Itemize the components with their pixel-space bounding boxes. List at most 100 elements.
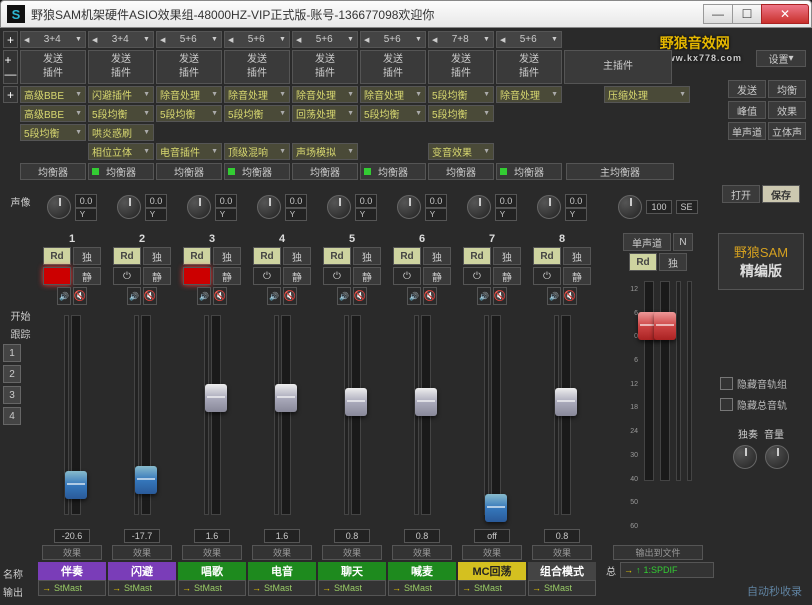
- io-select-6[interactable]: ◀5+6▼: [360, 31, 426, 48]
- solo-knob[interactable]: [733, 445, 757, 469]
- fader-8[interactable]: [561, 315, 571, 515]
- mute-button-4[interactable]: 静: [283, 267, 311, 285]
- fx-slot-4-0[interactable]: 除音处理▼: [224, 86, 290, 103]
- channel-output-1[interactable]: StMast: [38, 580, 106, 596]
- fx-slot-4-1[interactable]: 5段均衡▼: [224, 105, 290, 122]
- pan-knob-5[interactable]: [327, 195, 351, 219]
- master-rd-button[interactable]: Rd: [629, 253, 657, 271]
- eq-toggle-8[interactable]: 均衡器: [496, 163, 562, 180]
- speaker-icon[interactable]: 🔊: [407, 287, 421, 305]
- add-remove-send[interactable]: +—: [3, 50, 18, 84]
- track-num-3[interactable]: 3: [3, 386, 21, 404]
- channel-name-6[interactable]: 喊麦: [388, 562, 456, 580]
- fx-slot-2-3[interactable]: 相位立体▼: [88, 143, 154, 160]
- eq-toggle-3[interactable]: 均衡器: [156, 163, 222, 180]
- rbtn-3[interactable]: 效果: [768, 101, 806, 119]
- mute-button-8[interactable]: 静: [563, 267, 591, 285]
- fx-add-0[interactable]: +: [3, 86, 18, 103]
- pan-knob-1[interactable]: [47, 195, 71, 219]
- rec-button-7[interactable]: ⏻: [463, 267, 491, 285]
- rec-button-8[interactable]: ⏻: [533, 267, 561, 285]
- fx-button-5[interactable]: 效果: [322, 545, 382, 560]
- send-plugin-2[interactable]: 发送插件: [88, 50, 154, 84]
- eq-toggle-5[interactable]: 均衡器: [292, 163, 358, 180]
- mute-icon[interactable]: 🔇: [493, 287, 507, 305]
- fx-slot-3-0[interactable]: 除音处理▼: [156, 86, 222, 103]
- channel-name-2[interactable]: 闪避: [108, 562, 176, 580]
- rbtn-1[interactable]: 均衡: [768, 80, 806, 98]
- open-button[interactable]: 打开: [722, 185, 760, 203]
- close-button[interactable]: ✕: [761, 4, 809, 24]
- fx-button-7[interactable]: 效果: [462, 545, 522, 560]
- solo-button-6[interactable]: 独: [423, 247, 451, 265]
- solo-button-8[interactable]: 独: [563, 247, 591, 265]
- eq-toggle-4[interactable]: 均衡器: [224, 163, 290, 180]
- rd-button-4[interactable]: Rd: [253, 247, 281, 265]
- mute-icon[interactable]: 🔇: [143, 287, 157, 305]
- minimize-button[interactable]: —: [703, 4, 733, 24]
- io-select-1[interactable]: ◀3+4▼: [20, 31, 86, 48]
- fx-button-1[interactable]: 效果: [42, 545, 102, 560]
- speaker-icon[interactable]: 🔊: [547, 287, 561, 305]
- save-button[interactable]: 保存: [762, 185, 800, 203]
- mute-button-1[interactable]: 静: [73, 267, 101, 285]
- fx-button-6[interactable]: 效果: [392, 545, 452, 560]
- solo-button-7[interactable]: 独: [493, 247, 521, 265]
- master-fader-r[interactable]: [660, 281, 670, 481]
- fader-6[interactable]: [421, 315, 431, 515]
- channel-name-3[interactable]: 唱歌: [178, 562, 246, 580]
- mute-icon[interactable]: 🔇: [73, 287, 87, 305]
- speaker-icon[interactable]: 🔊: [57, 287, 71, 305]
- rd-button-7[interactable]: Rd: [463, 247, 491, 265]
- io-select-7[interactable]: ◀7+8▼: [428, 31, 494, 48]
- master-output[interactable]: ↑1:SPDIF: [620, 562, 714, 578]
- add-remove-header[interactable]: +: [3, 31, 18, 48]
- track-num-1[interactable]: 1: [3, 344, 21, 362]
- solo-button-1[interactable]: 独: [73, 247, 101, 265]
- master-solo-button[interactable]: 独: [659, 253, 687, 271]
- channel-output-5[interactable]: StMast: [318, 580, 386, 596]
- rbtn-5[interactable]: 立体声: [768, 122, 806, 140]
- channel-name-7[interactable]: MC回荡: [458, 562, 526, 580]
- master-fx[interactable]: 压缩处理▼: [604, 86, 690, 103]
- send-plugin-1[interactable]: 发送插件: [20, 50, 86, 84]
- track-num-2[interactable]: 2: [3, 365, 21, 383]
- fx-button-3[interactable]: 效果: [182, 545, 242, 560]
- mono-button[interactable]: 单声道: [623, 233, 671, 251]
- eq-toggle-6[interactable]: 均衡器: [360, 163, 426, 180]
- io-select-3[interactable]: ◀5+6▼: [156, 31, 222, 48]
- main-plugin[interactable]: 主插件: [564, 50, 672, 84]
- io-select-5[interactable]: ◀5+6▼: [292, 31, 358, 48]
- pan-knob-3[interactable]: [187, 195, 211, 219]
- fx-slot-2-2[interactable]: 哄炎惑刷▼: [88, 124, 154, 141]
- mute-button-7[interactable]: 静: [493, 267, 521, 285]
- channel-output-8[interactable]: StMast: [528, 580, 596, 596]
- fader-1[interactable]: [71, 315, 81, 515]
- pan-knob-2[interactable]: [117, 195, 141, 219]
- eq-toggle-2[interactable]: 均衡器: [88, 163, 154, 180]
- fx-slot-3-3[interactable]: 电音插件▼: [156, 143, 222, 160]
- rd-button-8[interactable]: Rd: [533, 247, 561, 265]
- fx-slot-5-0[interactable]: 除音处理▼: [292, 86, 358, 103]
- pan-knob-6[interactable]: [397, 195, 421, 219]
- channel-output-6[interactable]: StMast: [388, 580, 456, 596]
- io-select-2[interactable]: ◀3+4▼: [88, 31, 154, 48]
- fader-3[interactable]: [211, 315, 221, 515]
- mute-icon[interactable]: 🔇: [423, 287, 437, 305]
- settings-button[interactable]: 设置 ▾: [756, 50, 806, 67]
- n-button[interactable]: N: [673, 233, 693, 251]
- rbtn-2[interactable]: 峰值: [728, 101, 766, 119]
- fx-slot-1-1[interactable]: 高级BBE▼: [20, 105, 86, 122]
- maximize-button[interactable]: ☐: [732, 4, 762, 24]
- rec-button-5[interactable]: ⏻: [323, 267, 351, 285]
- rec-button-1[interactable]: [43, 267, 71, 285]
- channel-name-8[interactable]: 组合模式: [528, 562, 596, 580]
- fx-slot-6-0[interactable]: 除音处理▼: [360, 86, 426, 103]
- rd-button-6[interactable]: Rd: [393, 247, 421, 265]
- rd-button-5[interactable]: Rd: [323, 247, 351, 265]
- mute-icon[interactable]: 🔇: [283, 287, 297, 305]
- solo-button-4[interactable]: 独: [283, 247, 311, 265]
- fx-slot-1-2[interactable]: 5段均衡▼: [20, 124, 86, 141]
- volume-knob[interactable]: [765, 445, 789, 469]
- channel-name-1[interactable]: 伴奏: [38, 562, 106, 580]
